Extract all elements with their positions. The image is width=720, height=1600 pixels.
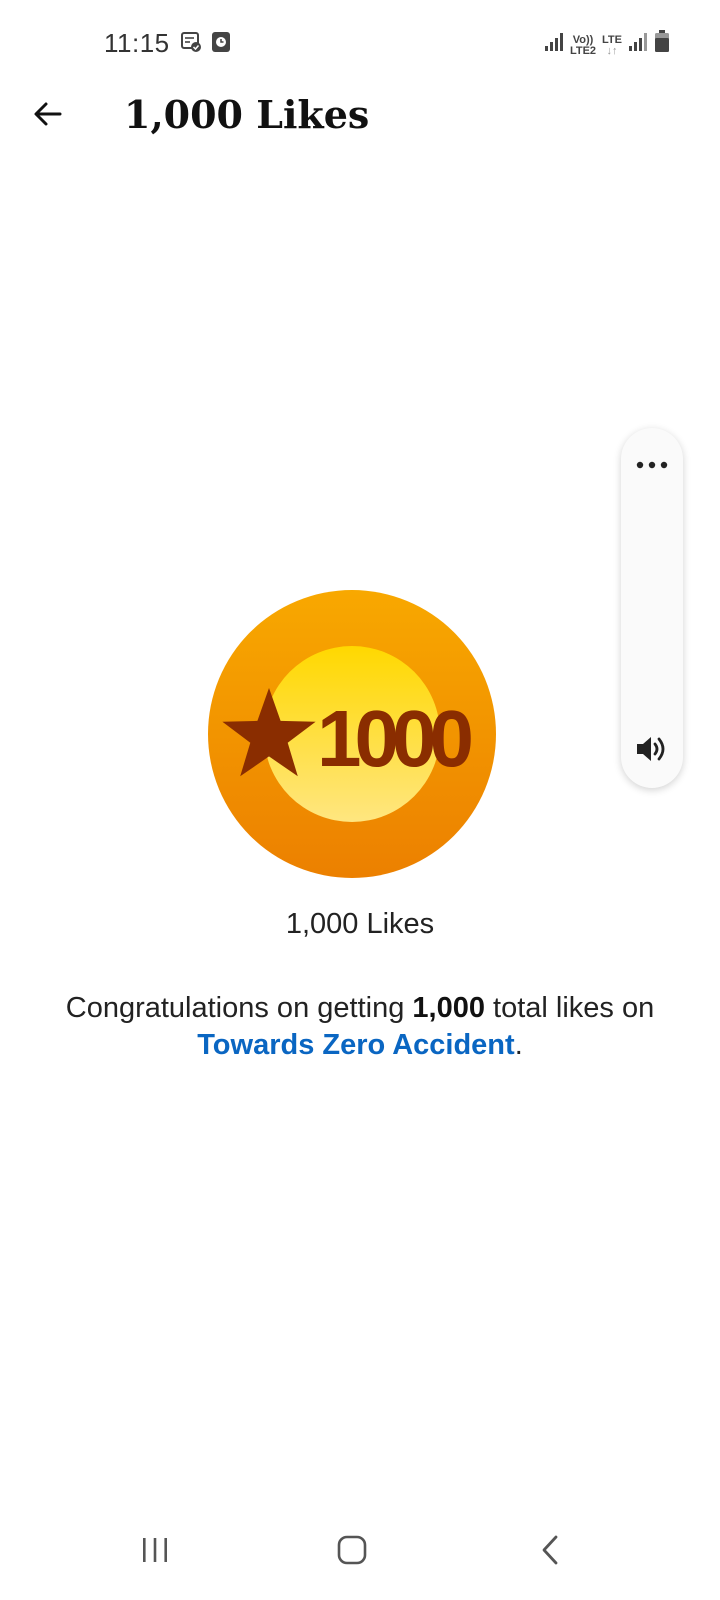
home-icon: [337, 1535, 367, 1570]
badge-caption: 1,000 Likes: [285, 908, 435, 940]
recent-apps-icon: [141, 1537, 169, 1568]
system-back-button[interactable]: [510, 1526, 590, 1578]
volte-indicator: Vo)) LTE2: [570, 35, 596, 57]
arrow-left-icon: [32, 98, 64, 135]
home-button[interactable]: [312, 1526, 392, 1578]
battery-icon: [654, 30, 670, 57]
message-middle: total likes on: [484, 992, 655, 1024]
page-title: 1,000 Likes: [124, 92, 370, 137]
system-navigation-bar: [0, 1504, 720, 1600]
data-arrows-icon: ↓↑: [606, 45, 618, 57]
status-bar: 11:15 Vo)) LTE2 LTE ↓↑: [0, 0, 720, 88]
clock-app-notification-icon: [211, 31, 231, 58]
speaker-volume-icon: [635, 734, 669, 769]
congratulations-message: Congratulations on getting 1,000 total l…: [20, 990, 700, 1064]
badge-number: 1000: [317, 694, 471, 783]
message-notification-icon: [180, 31, 202, 58]
likes-badge-image: 1000: [208, 590, 496, 878]
chevron-left-icon: [540, 1535, 560, 1570]
more-horizontal-icon: [636, 456, 668, 474]
message-prefix: Congratulations on getting: [65, 992, 413, 1024]
likes-count: 1,000: [412, 992, 485, 1024]
lte-indicator: LTE ↓↑: [602, 35, 622, 57]
volume-button[interactable]: [621, 722, 683, 780]
more-options-button[interactable]: [621, 438, 683, 492]
signal-strength-2-icon: [628, 32, 648, 57]
recent-apps-button[interactable]: [115, 1526, 195, 1578]
status-right-group: Vo)) LTE2 LTE ↓↑: [544, 30, 670, 57]
page-link[interactable]: Towards Zero Accident: [197, 1029, 514, 1061]
status-time: 11:15: [104, 28, 170, 58]
lte2-label: LTE2: [569, 45, 597, 57]
back-button[interactable]: [22, 90, 74, 142]
signal-strength-icon: [544, 32, 564, 57]
floating-panel: [621, 428, 683, 788]
message-suffix: .: [514, 1029, 523, 1061]
app-bar: 1,000 Likes: [0, 80, 720, 152]
